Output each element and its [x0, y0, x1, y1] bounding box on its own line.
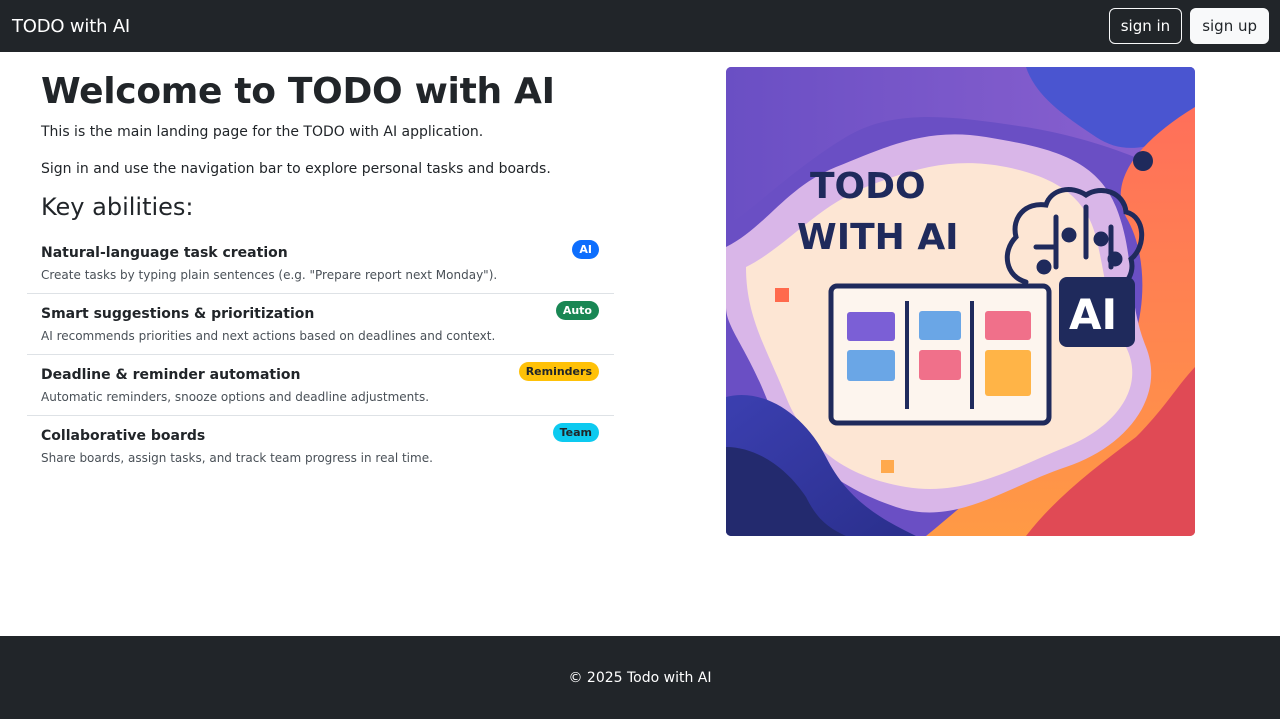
instructions-text: Sign in and use the navigation bar to ex…: [41, 161, 551, 177]
brand-link[interactable]: TODO with AI: [12, 16, 130, 37]
sign-in-button[interactable]: sign in: [1108, 8, 1183, 44]
ability-badge: AI: [572, 240, 599, 259]
ability-badge: Reminders: [518, 362, 599, 381]
abilities-heading: Key abilities:: [41, 193, 194, 221]
ability-description: Create tasks by typing plain sentences (…: [41, 268, 498, 282]
ability-badge: Auto: [555, 301, 599, 320]
page-footer: © 2025 Todo with AI: [0, 636, 1280, 719]
sign-up-button[interactable]: sign up: [1190, 8, 1269, 44]
hero-illustration: TODO WITH AI AI: [726, 67, 1195, 536]
list-item: Smart suggestions & prioritization AI re…: [27, 294, 614, 355]
main-content: Welcome to TODO with AI This is the main…: [27, 52, 614, 477]
intro-text: This is the main landing page for the TO…: [41, 124, 484, 140]
list-item: Collaborative boards Share boards, assig…: [27, 416, 614, 477]
ability-title: Smart suggestions & prioritization: [41, 306, 315, 322]
ability-description: AI recommends priorities and next action…: [41, 329, 496, 343]
square-decoration-small: [881, 460, 894, 473]
ability-description: Automatic reminders, snooze options and …: [41, 390, 430, 404]
ability-title: Deadline & reminder automation: [41, 367, 301, 383]
hero-svg: TODO WITH AI AI: [726, 67, 1195, 536]
ability-badge: Team: [552, 423, 599, 442]
top-navbar: TODO with AI sign in sign up: [0, 0, 1280, 52]
ability-title: Natural-language task creation: [41, 245, 288, 261]
list-item: Deadline & reminder automation Automatic…: [27, 355, 614, 416]
dot-decoration: [1133, 151, 1153, 171]
page-title: Welcome to TODO with AI: [41, 71, 555, 112]
hero-title-line2: WITH AI: [797, 217, 959, 258]
ability-title: Collaborative boards: [41, 428, 206, 444]
ability-description: Share boards, assign tasks, and track te…: [41, 451, 433, 465]
hero-title-line1: TODO: [810, 166, 926, 207]
footer-copyright: © 2025 Todo with AI: [568, 669, 712, 686]
square-decoration: [775, 288, 789, 302]
ai-chip-label: AI: [1069, 290, 1117, 339]
abilities-list: Natural-language task creation Create ta…: [27, 233, 614, 477]
auth-actions: sign in sign up: [1108, 8, 1269, 44]
list-item: Natural-language task creation Create ta…: [27, 233, 614, 294]
board-illustration: [828, 283, 1052, 426]
